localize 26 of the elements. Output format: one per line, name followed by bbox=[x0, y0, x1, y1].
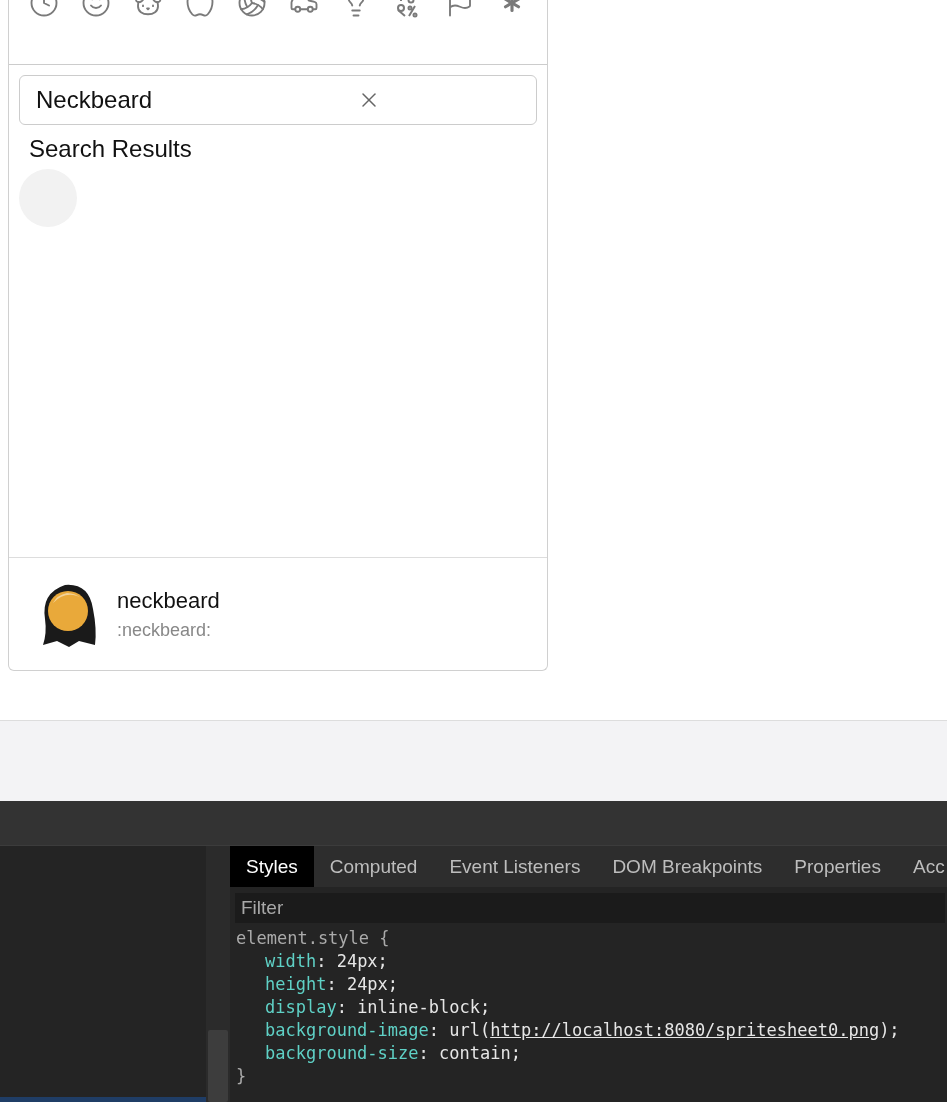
panel-tab[interactable]: DOM Breakpoints bbox=[596, 846, 779, 887]
section-title: Search Results bbox=[29, 135, 193, 163]
selected-node[interactable] bbox=[0, 1097, 206, 1102]
css-value: : 24px; bbox=[316, 950, 388, 973]
css-value: : inline-block; bbox=[336, 996, 491, 1019]
panel-tab[interactable]: Computed bbox=[313, 846, 434, 887]
css-property: width bbox=[265, 950, 317, 973]
panel-tab[interactable]: Styles bbox=[230, 846, 314, 887]
css-property: height bbox=[265, 973, 327, 996]
css-value: : contain; bbox=[418, 1042, 521, 1065]
css-value: : 24px; bbox=[326, 973, 399, 996]
closing-brace: } bbox=[236, 1065, 248, 1088]
css-property: background-image bbox=[265, 1019, 429, 1042]
panel-tab[interactable]: Properties bbox=[778, 846, 897, 887]
panel-tab[interactable]: Event Listeners bbox=[433, 846, 597, 887]
panel-tab[interactable]: Acc bbox=[896, 846, 947, 887]
css-value: ); bbox=[879, 1019, 900, 1042]
search-field[interactable]: Neckbeard bbox=[19, 75, 537, 125]
url-link[interactable]: http://localhost:8080/spritesheet0.png bbox=[490, 1019, 880, 1042]
emoji-shortcode: :neckbeard: bbox=[117, 619, 213, 641]
css-value: : url( bbox=[428, 1019, 491, 1042]
css-property: display bbox=[265, 996, 337, 1019]
emoji-name: neckbeard bbox=[117, 587, 220, 614]
css-property: background-size bbox=[265, 1042, 419, 1065]
css-selector: element.style { bbox=[236, 927, 391, 950]
filter-field[interactable]: Filter bbox=[235, 893, 945, 923]
